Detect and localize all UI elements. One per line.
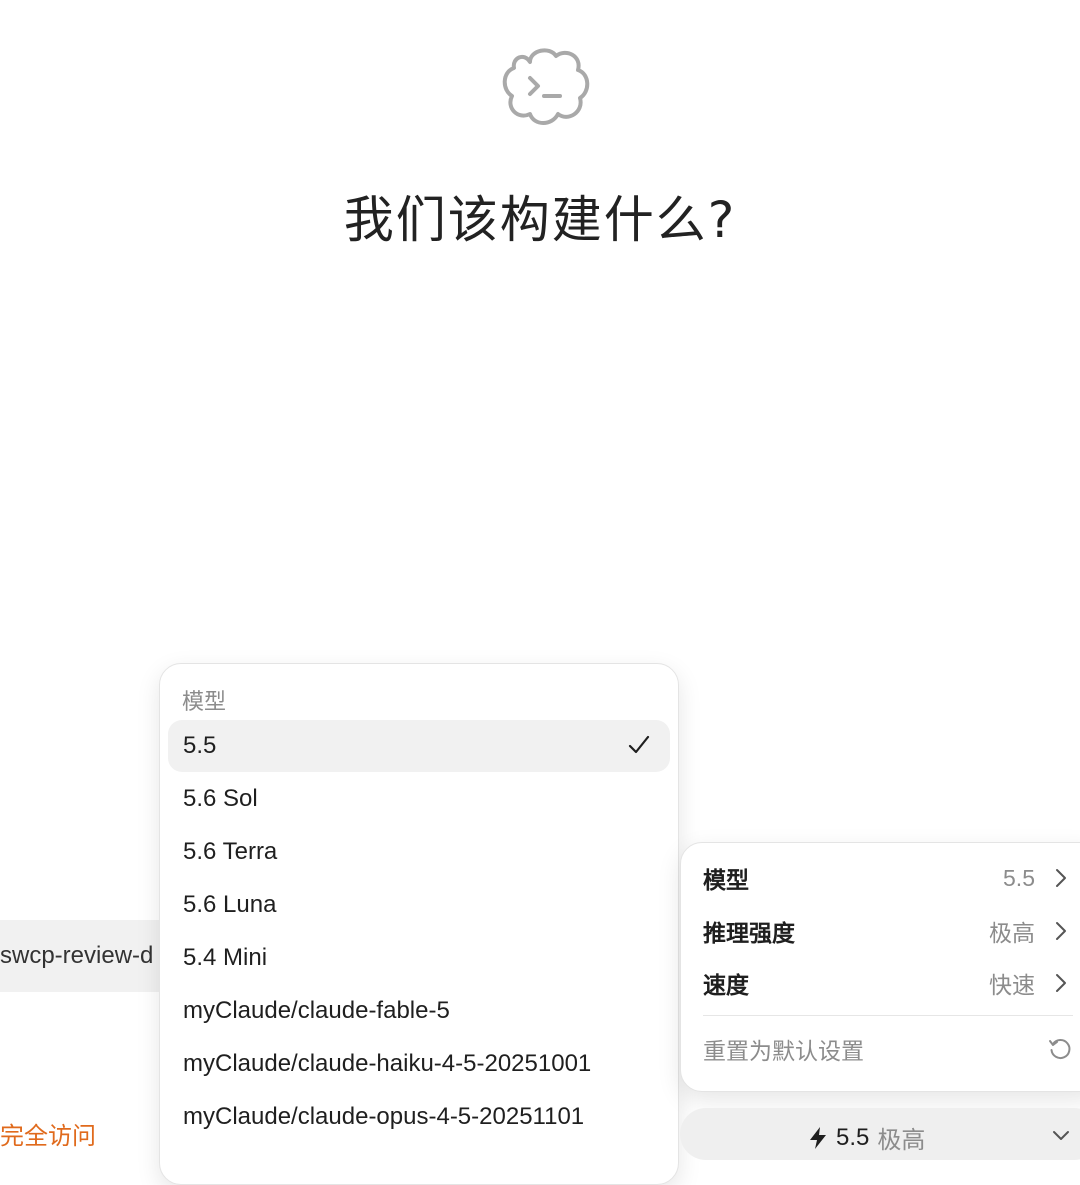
- chevron-right-icon: [1056, 974, 1066, 992]
- settings-divider: [703, 1015, 1073, 1016]
- checkmark-icon: [628, 735, 650, 754]
- settings-row-value: 快速: [989, 972, 1035, 998]
- settings-row-value: 5.5: [1003, 864, 1035, 891]
- model-option-5-6-terra[interactable]: 5.6 Terra: [168, 826, 670, 878]
- model-option-label: 5.6 Luna: [183, 891, 277, 918]
- reset-label: 重置为默认设置: [703, 1038, 864, 1064]
- pill-model-label: 5.5: [836, 1123, 870, 1151]
- cloud-terminal-icon: [502, 48, 590, 125]
- model-option-label: 5.4 Mini: [183, 944, 268, 971]
- settings-row-label: 模型: [703, 867, 749, 893]
- model-dropdown-menu: 模型 5.5 5.6 Sol 5.6 Terra 5.6 Luna 5.4 Mi…: [159, 663, 679, 1185]
- model-option-label: 5.5: [183, 732, 217, 759]
- model-option-label: myClaude/claude-haiku-4-5-20251001: [183, 1050, 592, 1077]
- page-title: 我们该构建什么?: [343, 191, 737, 249]
- model-option-5-6-luna[interactable]: 5.6 Luna: [168, 879, 670, 931]
- pill-content: 5.5 极高: [808, 1120, 925, 1155]
- model-option-claude-opus[interactable]: myClaude/claude-opus-4-5-20251101: [168, 1091, 670, 1143]
- model-option-label: myClaude/claude-opus-4-5-20251101: [183, 1103, 585, 1130]
- access-mode-label[interactable]: 完全访问: [0, 1116, 96, 1151]
- chevron-right-icon: [1056, 922, 1066, 940]
- pill-effort-label: 极高: [877, 1127, 926, 1154]
- model-option-label: 5.6 Sol: [183, 785, 258, 812]
- model-option-label: myClaude/claude-fable-5: [183, 997, 450, 1024]
- model-option-5-4-mini[interactable]: 5.4 Mini: [168, 932, 670, 984]
- bolt-icon: [810, 1126, 826, 1149]
- settings-row-model[interactable]: 模型 5.5: [703, 853, 1073, 903]
- reset-defaults-button[interactable]: 重置为默认设置: [703, 1023, 1073, 1075]
- branch-tag-label: swcp-review-d: [0, 942, 154, 969]
- chevron-down-icon: [1053, 1131, 1069, 1140]
- settings-popover: 模型 5.5 推理强度 极高 速度 快速 重置为默认设置: [680, 842, 1080, 1092]
- settings-row-label: 速度: [703, 972, 749, 998]
- model-option-claude-haiku[interactable]: myClaude/claude-haiku-4-5-20251001: [168, 1038, 670, 1090]
- settings-row-value: 极高: [989, 920, 1035, 946]
- model-selector-pill[interactable]: 5.5 极高: [680, 1108, 1080, 1160]
- menu-header: 模型: [182, 689, 227, 714]
- branch-tag[interactable]: swcp-review-d: [0, 920, 175, 992]
- model-option-5-5[interactable]: 5.5: [168, 720, 670, 772]
- settings-row-reasoning[interactable]: 推理强度 极高: [703, 906, 1073, 956]
- model-option-label: 5.6 Terra: [183, 838, 278, 865]
- settings-row-label: 推理强度: [703, 920, 795, 946]
- reset-icon: [1049, 1039, 1071, 1059]
- settings-row-speed[interactable]: 速度 快速: [703, 958, 1073, 1008]
- chevron-right-icon: [1056, 869, 1066, 887]
- model-option-5-6-sol[interactable]: 5.6 Sol: [168, 773, 670, 825]
- model-option-claude-fable-5[interactable]: myClaude/claude-fable-5: [168, 985, 670, 1037]
